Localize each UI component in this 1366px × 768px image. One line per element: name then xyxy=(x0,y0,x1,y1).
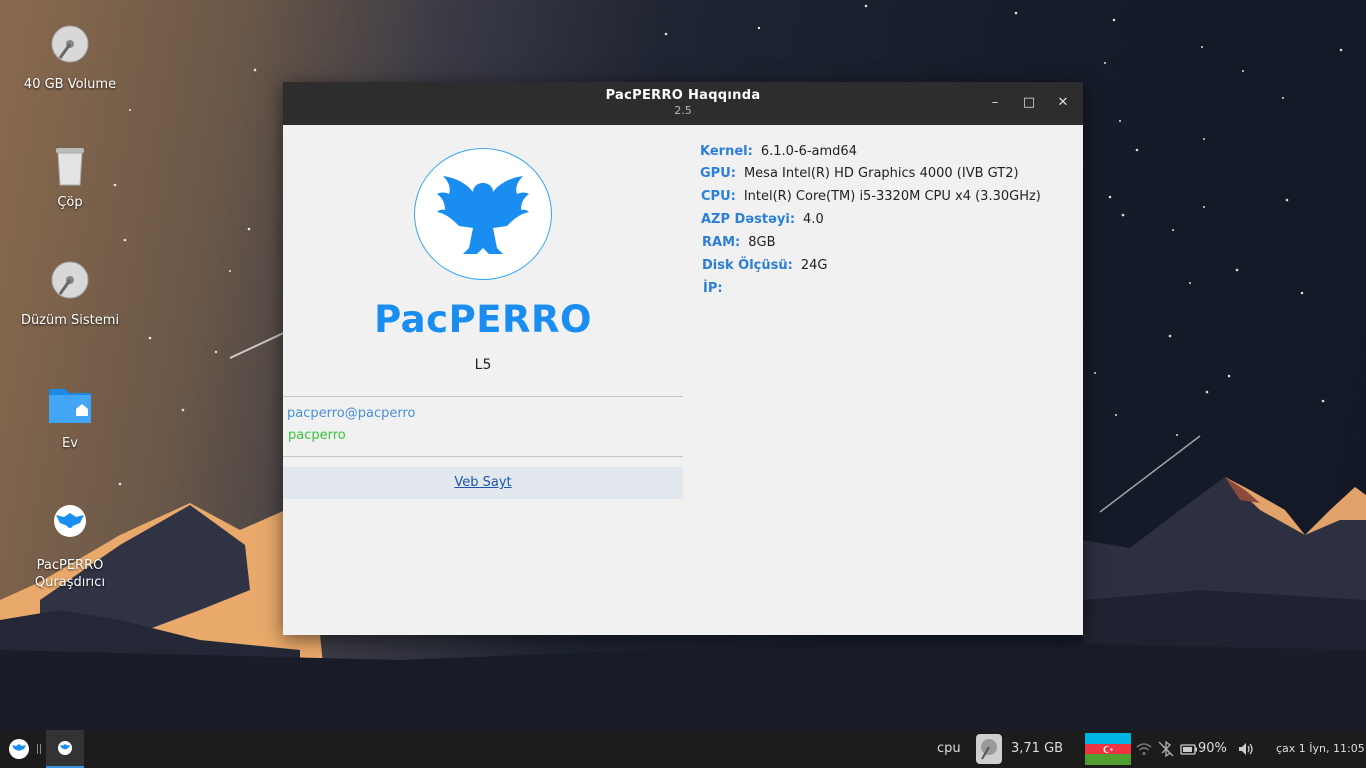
battery-percent[interactable]: 90% xyxy=(1198,730,1227,768)
separator-icon xyxy=(37,744,41,754)
info-key: Disk Ölçüsü: xyxy=(702,258,793,273)
info-value: 24G xyxy=(800,258,828,273)
info-row-gpu: GPU: Mesa Intel(R) HD Graphics 4000 (IVB … xyxy=(700,166,1019,181)
clock[interactable]: çax 1 İyn, 11:05 xyxy=(1276,730,1365,768)
website-button[interactable]: Veb Sayt xyxy=(283,467,683,499)
desktop-icon-label: Çöp xyxy=(57,195,83,210)
eagle-icon xyxy=(437,176,529,254)
start-menu-icon[interactable] xyxy=(8,738,30,760)
window-subtitle: 2.5 xyxy=(674,104,692,117)
crescent-star-icon xyxy=(1103,745,1113,753)
info-key: RAM: xyxy=(702,235,741,250)
maximize-button[interactable]: □ xyxy=(1016,92,1042,114)
info-key: CPU: xyxy=(701,189,736,204)
divider xyxy=(283,456,683,457)
info-key: AZP Dəstəyi: xyxy=(701,212,796,227)
hard-drive-icon xyxy=(51,261,89,299)
hard-drive-icon xyxy=(51,25,89,63)
window-titlebar[interactable]: PacPERRO Haqqında 2.5 – □ ✕ xyxy=(283,82,1083,125)
info-row-disk: Disk Ölçüsü: 24G xyxy=(702,258,827,273)
trash-icon xyxy=(56,148,84,186)
desktop-icon-home[interactable]: Ev xyxy=(20,381,120,452)
taskbar-app-pacperro[interactable] xyxy=(46,730,84,768)
keyboard-layout-flag[interactable] xyxy=(1085,733,1131,765)
divider xyxy=(283,396,683,397)
info-value: 8GB xyxy=(748,235,776,250)
home-folder-icon xyxy=(49,389,91,423)
battery-icon[interactable] xyxy=(1180,741,1198,757)
info-value: 4.0 xyxy=(803,212,824,227)
info-value: Intel(R) Core(TM) i5-3320M CPU x4 (3.30G… xyxy=(743,189,1041,204)
info-row-cpu: CPU: Intel(R) Core(TM) i5-3320M CPU x4 (3… xyxy=(701,189,1041,204)
desktop-icon-volume[interactable]: 40 GB Volume xyxy=(20,22,120,93)
desktop-icon-filesystem[interactable]: Düzüm Sistemi xyxy=(20,258,120,329)
edition-label: L5 xyxy=(474,357,492,373)
info-value: Mesa Intel(R) HD Graphics 4000 (IVB GT2) xyxy=(743,166,1019,181)
info-value: 6.1.0-6-amd64 xyxy=(760,144,857,159)
minimize-button[interactable]: – xyxy=(982,92,1008,114)
disk-free[interactable]: 3,71 GB xyxy=(1011,730,1063,768)
info-row-kernel: Kernel: 6.1.0-6-amd64 xyxy=(700,144,857,159)
disk-icon xyxy=(976,734,1002,764)
info-key: GPU: xyxy=(700,166,736,181)
user-name: pacperro xyxy=(288,428,346,443)
info-key: Kernel: xyxy=(700,144,753,159)
taskbar: cpu 3,71 GB 90% çax 1 İyn, 11:05 xyxy=(0,730,1366,768)
info-row-ip: İP: xyxy=(703,281,731,296)
user-host: pacperro@pacperro xyxy=(287,406,416,421)
about-window: PacPERRO Haqqında 2.5 – □ ✕ PacPERRO L5 … xyxy=(283,82,1083,635)
bluetooth-off-icon[interactable] xyxy=(1158,741,1174,757)
desktop-icon-label: 40 GB Volume xyxy=(23,77,117,92)
info-row-azp: AZP Dəstəyi: 4.0 xyxy=(701,212,824,227)
wifi-icon[interactable] xyxy=(1136,741,1152,757)
cpu-monitor[interactable]: cpu xyxy=(937,730,961,768)
pacperro-app-icon xyxy=(58,741,72,755)
desktop-icon-label: PacPERRO Quraşdırıcı xyxy=(34,558,106,590)
installer-icon xyxy=(54,505,86,537)
brand-name: PacPERRO xyxy=(374,298,592,341)
info-row-ram: RAM: 8GB xyxy=(702,235,775,250)
close-button[interactable]: ✕ xyxy=(1050,92,1076,114)
desktop-icon-installer[interactable]: PacPERRO Quraşdırıcı xyxy=(20,503,120,591)
pacperro-logo xyxy=(414,148,552,280)
info-key: İP: xyxy=(703,281,723,296)
desktop-icon-trash[interactable]: Çöp xyxy=(20,140,120,211)
brand-pane: PacPERRO L5 pacperro@pacperro pacperro V… xyxy=(283,125,683,635)
desktop-icon-label: Düzüm Sistemi xyxy=(20,313,120,328)
window-title: PacPERRO Haqqında xyxy=(605,88,761,103)
volume-icon[interactable] xyxy=(1237,741,1255,757)
desktop-icon-label: Ev xyxy=(62,436,78,451)
